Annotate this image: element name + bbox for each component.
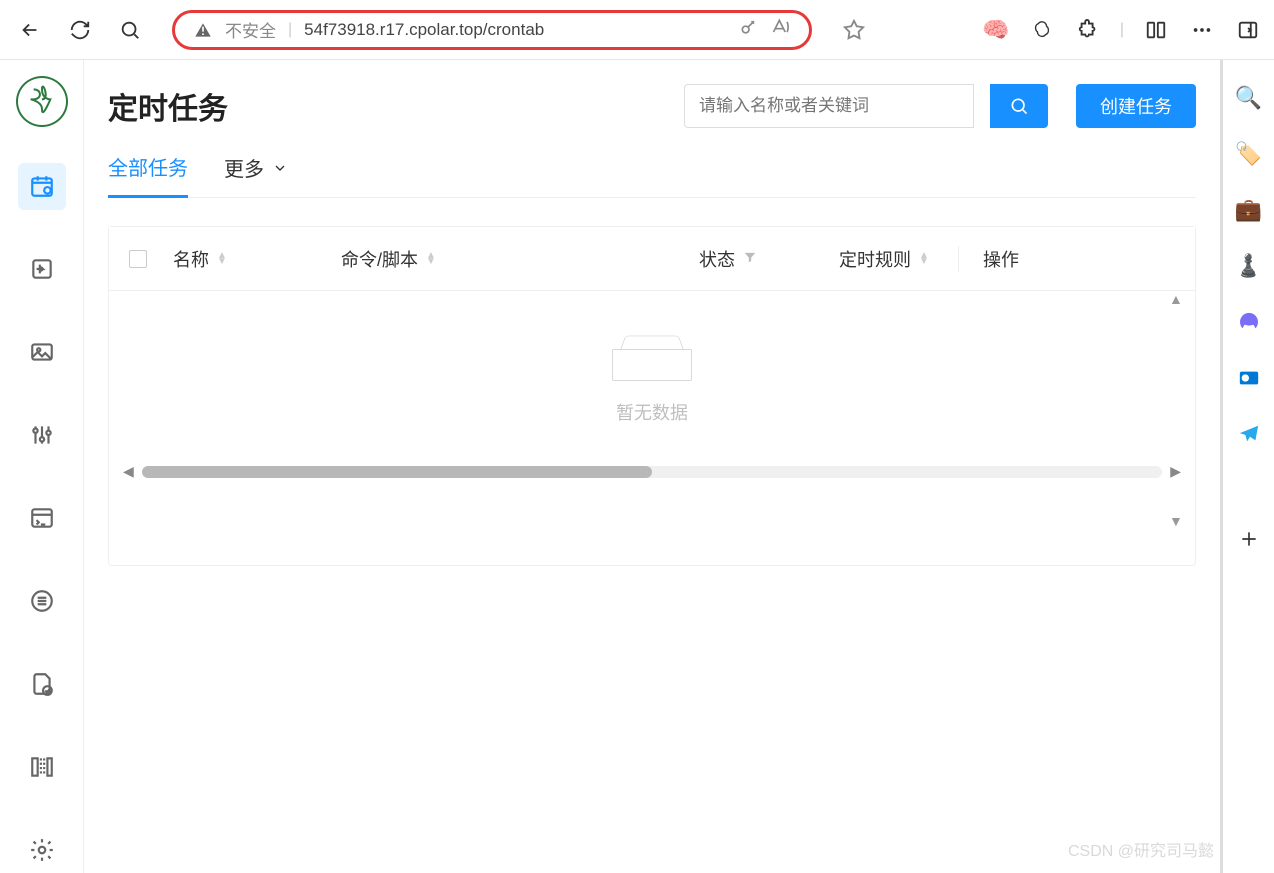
search-input[interactable] bbox=[684, 84, 974, 128]
nav-diff[interactable] bbox=[18, 660, 66, 707]
page-header: 定时任务 创建任务 bbox=[108, 84, 1196, 128]
app-left-nav bbox=[0, 60, 84, 873]
columns-icon bbox=[29, 754, 55, 780]
app-logo[interactable] bbox=[16, 76, 68, 127]
rs-tag-icon[interactable]: 🏷️ bbox=[1235, 140, 1263, 168]
rs-search-icon[interactable]: 🔍 bbox=[1235, 84, 1263, 112]
refresh-button[interactable] bbox=[62, 12, 98, 48]
ext-openai-icon[interactable] bbox=[1028, 16, 1056, 44]
more-menu-icon[interactable] bbox=[1188, 16, 1216, 44]
nav-script[interactable] bbox=[18, 412, 66, 459]
scroll-track bbox=[142, 466, 1162, 478]
th-action-label: 操作 bbox=[983, 246, 1019, 272]
checkbox-icon bbox=[129, 250, 147, 268]
th-status[interactable]: 状态 bbox=[699, 246, 839, 272]
insecure-label: 不安全 bbox=[225, 17, 276, 42]
vertical-scroll[interactable]: ▲ ▼ bbox=[1169, 291, 1187, 529]
sort-icon: ▲▼ bbox=[217, 253, 227, 265]
search-icon bbox=[119, 19, 141, 41]
empty-box-icon bbox=[612, 331, 692, 381]
rs-copilot-icon[interactable] bbox=[1235, 308, 1263, 336]
empty-state: 暂无数据 bbox=[109, 291, 1195, 455]
star-icon bbox=[843, 19, 865, 41]
favorite-button[interactable] bbox=[836, 12, 872, 48]
tab-more[interactable]: 更多 bbox=[224, 152, 288, 197]
address-bar[interactable]: 不安全 | 54f73918.r17.cpolar.top/crontab bbox=[172, 10, 812, 50]
create-task-button[interactable]: 创建任务 bbox=[1076, 84, 1196, 128]
tabs: 全部任务 更多 bbox=[108, 152, 1196, 198]
rs-add-icon[interactable] bbox=[1235, 525, 1263, 553]
nav-env[interactable] bbox=[18, 246, 66, 293]
back-button[interactable] bbox=[12, 12, 48, 48]
task-table: 名称 ▲▼ 命令/脚本 ▲▼ 状态 定时规则 ▲▼ bbox=[108, 226, 1196, 566]
browser-search-button[interactable] bbox=[112, 12, 148, 48]
nav-dep[interactable] bbox=[18, 495, 66, 542]
ext-puzzle-icon[interactable] bbox=[1074, 16, 1102, 44]
key-icon[interactable] bbox=[739, 17, 759, 42]
split-screen-icon[interactable] bbox=[1142, 16, 1170, 44]
arrow-left-icon bbox=[19, 19, 41, 41]
th-command[interactable]: 命令/脚本 ▲▼ bbox=[341, 246, 699, 272]
app-container: 定时任务 创建任务 全部任务 更多 名称 ▲▼ 命令/脚本 bbox=[0, 60, 1220, 873]
sort-icon: ▲▼ bbox=[426, 253, 436, 265]
terminal-icon bbox=[29, 505, 55, 531]
rs-chess-icon[interactable]: ♟️ bbox=[1235, 252, 1263, 280]
tab-all-label: 全部任务 bbox=[108, 152, 188, 181]
empty-text: 暂无数据 bbox=[616, 399, 688, 425]
scroll-down-icon: ▼ bbox=[1169, 513, 1187, 529]
url-text: 54f73918.r17.cpolar.top/crontab bbox=[304, 20, 727, 40]
box-arrow-icon bbox=[29, 256, 55, 282]
th-action: 操作 bbox=[959, 246, 1099, 272]
image-icon bbox=[29, 339, 55, 365]
sidebar-toggle-icon[interactable] bbox=[1234, 16, 1262, 44]
main-content: 定时任务 创建任务 全部任务 更多 名称 ▲▼ 命令/脚本 bbox=[84, 60, 1220, 873]
th-status-label: 状态 bbox=[699, 246, 735, 272]
nav-setting[interactable] bbox=[18, 743, 66, 790]
warning-icon bbox=[193, 20, 213, 40]
rs-telegram-icon[interactable] bbox=[1235, 420, 1263, 448]
filter-icon bbox=[743, 248, 757, 269]
chevron-down-icon bbox=[272, 160, 288, 176]
page-title: 定时任务 bbox=[108, 84, 668, 128]
rs-briefcase-icon[interactable]: 💼 bbox=[1235, 196, 1263, 224]
th-rule-label: 定时规则 bbox=[839, 246, 911, 272]
th-name-label: 名称 bbox=[173, 246, 209, 272]
tab-all-tasks[interactable]: 全部任务 bbox=[108, 152, 188, 198]
scroll-thumb[interactable] bbox=[142, 466, 652, 478]
sliders-icon bbox=[29, 422, 55, 448]
browser-right-sidebar: 🔍 🏷️ 💼 ♟️ bbox=[1220, 60, 1274, 873]
th-checkbox[interactable] bbox=[129, 250, 173, 268]
th-cmd-label: 命令/脚本 bbox=[341, 246, 418, 272]
search-button[interactable] bbox=[990, 84, 1048, 128]
table-header: 名称 ▲▼ 命令/脚本 ▲▼ 状态 定时规则 ▲▼ bbox=[109, 227, 1195, 291]
search-icon bbox=[1009, 96, 1029, 116]
nav-system[interactable] bbox=[18, 826, 66, 873]
read-aloud-icon[interactable] bbox=[771, 17, 791, 42]
gear-icon bbox=[29, 837, 55, 863]
list-icon bbox=[29, 588, 55, 614]
th-name[interactable]: 名称 ▲▼ bbox=[173, 246, 341, 272]
scroll-up-icon: ▲ bbox=[1169, 291, 1187, 307]
horizontal-scroll[interactable]: ◀ ▶ bbox=[109, 455, 1195, 488]
extension-icons: 🧠 | bbox=[982, 16, 1262, 44]
nav-config[interactable] bbox=[18, 329, 66, 376]
ext-brain-icon[interactable]: 🧠 bbox=[982, 16, 1010, 44]
nav-log[interactable] bbox=[18, 577, 66, 624]
rs-outlook-icon[interactable] bbox=[1235, 364, 1263, 392]
nav-crontab[interactable] bbox=[18, 163, 66, 210]
tab-more-label: 更多 bbox=[224, 153, 264, 182]
file-check-icon bbox=[29, 671, 55, 697]
scroll-left-icon: ◀ bbox=[123, 463, 134, 480]
th-schedule[interactable]: 定时规则 ▲▼ bbox=[839, 246, 959, 272]
browser-chrome: 不安全 | 54f73918.r17.cpolar.top/crontab 🧠 … bbox=[0, 0, 1274, 60]
sort-icon: ▲▼ bbox=[919, 253, 929, 265]
refresh-icon bbox=[69, 19, 91, 41]
watermark: CSDN @研究司马懿 bbox=[1068, 837, 1214, 861]
calendar-icon bbox=[29, 173, 55, 199]
divider: | bbox=[288, 21, 292, 39]
